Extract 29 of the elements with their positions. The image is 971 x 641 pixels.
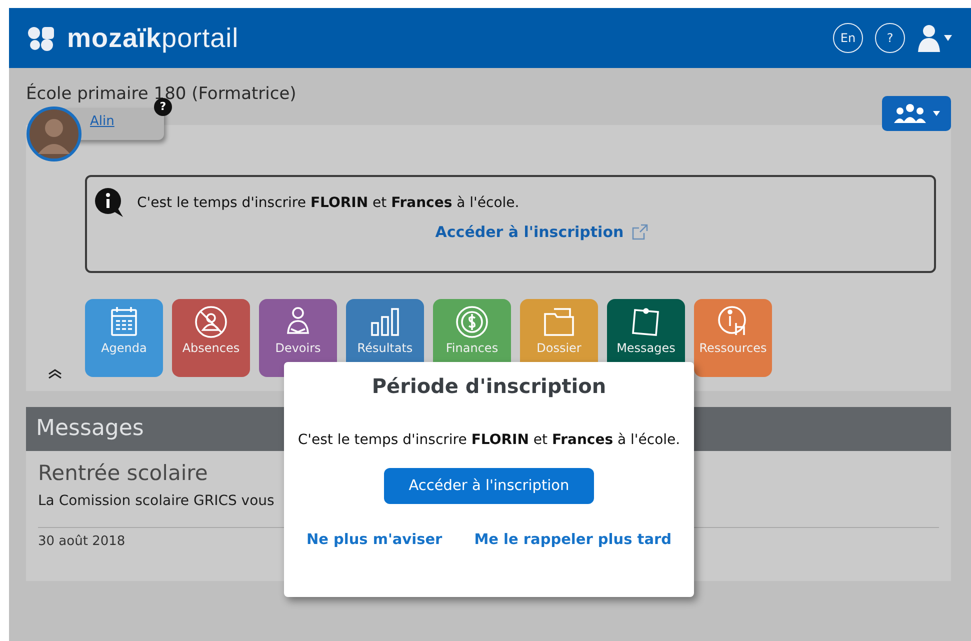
- user-name-link[interactable]: Alin: [90, 114, 114, 129]
- help-badge[interactable]: ?: [154, 98, 172, 116]
- collapse-icon[interactable]: [48, 369, 62, 379]
- help-button[interactable]: ?: [875, 23, 905, 53]
- group-icon: [892, 102, 940, 124]
- app-tile[interactable]: Absences: [172, 299, 250, 377]
- register-button[interactable]: Accéder à l'inscription: [384, 468, 594, 504]
- message-date: 30 août 2018: [38, 534, 126, 549]
- dialog-message: C'est le temps d'inscrire FLORIN et Frances à l'école.: [298, 432, 680, 448]
- app-tile[interactable]: Ressources: [694, 299, 772, 377]
- coin-icon: [455, 305, 489, 339]
- group-menu-button[interactable]: [882, 96, 951, 131]
- user-menu-icon[interactable]: [917, 23, 955, 53]
- folder-icon: [542, 305, 576, 339]
- logo-icon: [27, 24, 57, 52]
- registration-link[interactable]: Accéder à l'inscription: [435, 223, 624, 241]
- language-button[interactable]: En: [833, 23, 863, 53]
- dialog-link[interactable]: Me le rappeler plus tard: [474, 532, 672, 548]
- external-link-icon: [632, 224, 648, 240]
- info-icon: [93, 187, 125, 219]
- person-crossed-icon: [194, 305, 228, 339]
- message-title[interactable]: Rentrée scolaire: [38, 461, 208, 485]
- message-text: La Comission scolaire GRICS vous: [38, 493, 274, 509]
- app-tile[interactable]: Agenda: [85, 299, 163, 377]
- info-message: C'est le temps d'inscrire FLORIN et Frances à l'école.: [137, 195, 520, 211]
- dialog-link[interactable]: Ne plus m'aviser: [306, 532, 442, 548]
- bar-chart-icon: [368, 305, 402, 339]
- dialog-title: Période d'inscription: [372, 374, 606, 398]
- logo-text: mozaïkportail: [67, 22, 239, 54]
